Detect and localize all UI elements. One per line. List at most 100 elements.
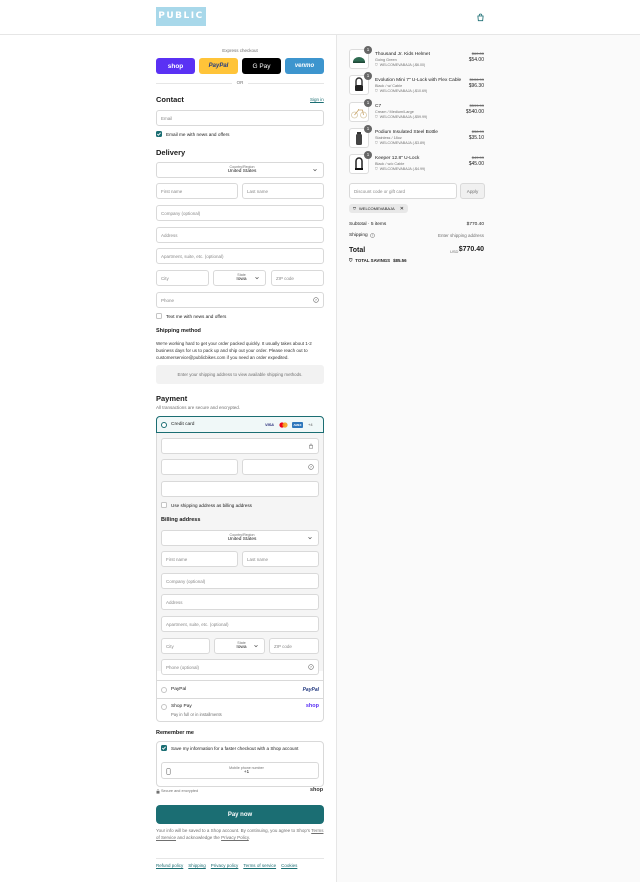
state-value: Iowa [236, 277, 247, 283]
total-label: Total [349, 247, 366, 254]
remove-discount-icon[interactable]: ✕ [400, 206, 404, 212]
city-input[interactable]: City [156, 270, 209, 286]
credit-card-label: Credit card [171, 422, 195, 427]
use-shipping-address-label: Use shipping address as billing address [171, 503, 252, 508]
apply-discount-button[interactable]: Apply [460, 183, 485, 199]
mobile-phone-input[interactable]: Mobile phone number +1 [161, 762, 319, 779]
paypal-express-button[interactable]: PayPal [199, 58, 238, 74]
tag-icon: ⛉ [375, 63, 378, 67]
first-name-input[interactable]: First name [156, 183, 238, 199]
credit-card-radio[interactable] [161, 422, 167, 428]
cookies-link[interactable]: Cookies [281, 863, 297, 868]
svg-text:?: ? [310, 665, 312, 669]
product-thumbnail: 1 [349, 72, 372, 95]
expiration-date-input[interactable] [161, 459, 238, 475]
or-label: OR [232, 80, 248, 85]
mastercard-icon [278, 422, 289, 428]
billing-phone-input[interactable]: Phone (optional) ? [161, 659, 319, 675]
brand-logo[interactable]: PUBLIC [156, 7, 206, 26]
terms-of-service-link[interactable]: Terms of service [243, 863, 276, 868]
privacy-policy-link[interactable]: Privacy policy [211, 863, 239, 868]
product-thumbnail: 1 [349, 99, 372, 122]
google-pay-express-button[interactable]: G Pay [242, 58, 281, 74]
shop-logo: shop [310, 787, 324, 793]
help-circle-icon[interactable]: ? [313, 297, 319, 303]
billing-state-select[interactable]: State Iowa [214, 638, 265, 654]
shipping-link[interactable]: Shipping [188, 863, 206, 868]
help-circle-icon[interactable]: ? [308, 464, 314, 470]
tag-icon: ⛉ [353, 206, 356, 211]
payment-subtitle: All transactions are secure and encrypte… [156, 405, 241, 410]
billing-last-name-input[interactable]: Last name [242, 551, 319, 567]
billing-country-select[interactable]: Country/Region United States [161, 530, 319, 546]
lock-icon [309, 443, 313, 449]
product-discount: ⛉ WELCOMEVABAJA (-$6.00) [375, 63, 425, 67]
use-shipping-address-checkbox[interactable] [161, 502, 167, 508]
billing-company-input[interactable]: Company (optional) [161, 573, 319, 589]
quantity-badge: 1 [364, 46, 372, 54]
mobile-phone-value: +1 [243, 769, 250, 775]
checkout-form-column: Express checkout shop PayPal G Pay venmo… [0, 35, 337, 882]
paypal-option[interactable]: PayPal PayPal [156, 680, 324, 698]
email-news-checkbox[interactable] [156, 131, 162, 137]
company-input[interactable]: Company (optional) [156, 205, 324, 221]
paypal-radio[interactable] [161, 687, 167, 693]
product-price: $45.00 [468, 161, 484, 167]
billing-zip-input[interactable]: ZIP code [269, 638, 319, 654]
product-name: Keeper 12.8" U-Lock [375, 156, 420, 161]
product-original-price: $49.99 [471, 155, 484, 160]
name-on-card-input[interactable] [161, 481, 319, 497]
security-code-input[interactable]: ? [242, 459, 319, 475]
venmo-express-button[interactable]: venmo [285, 58, 324, 74]
header: PUBLIC [0, 0, 640, 35]
card-number-input[interactable] [161, 438, 319, 454]
last-name-input[interactable]: Last name [242, 183, 324, 199]
refund-policy-link[interactable]: Refund policy [156, 863, 183, 868]
tag-icon: ⛉ [349, 258, 353, 263]
order-summary-column: 1 Thousand Jr. Kids Helmet Going Green ⛉… [337, 35, 640, 882]
product-discount-text: WELCOMEVABAJA (-$10.69) [379, 89, 428, 93]
shop-pay-radio[interactable] [161, 704, 167, 710]
billing-apartment-input[interactable]: Apartment, suite, etc. (optional) [161, 616, 319, 632]
zip-input[interactable]: ZIP code [271, 270, 324, 286]
remember-me-title: Remember me [156, 730, 194, 736]
help-circle-icon[interactable]: ? [308, 664, 314, 670]
chevron-down-icon [254, 645, 258, 648]
product-discount: ⛉ WELCOMEVABAJA (-$59.99) [375, 115, 427, 119]
amex-icon: AMEX [292, 422, 303, 428]
text-news-checkbox[interactable] [156, 313, 162, 319]
billing-city-input[interactable]: City [161, 638, 210, 654]
shop-pay-option[interactable]: Shop Pay Pay in full or in installments … [156, 698, 324, 722]
save-info-checkbox[interactable] [161, 745, 167, 751]
country-select[interactable]: Country/Region United States [156, 162, 324, 178]
legal-end: . [248, 835, 251, 840]
address-input[interactable]: Address [156, 227, 324, 243]
product-original-price: $106.99 [469, 77, 484, 82]
email-input[interactable]: Email [156, 110, 324, 126]
privacy-link[interactable]: Privacy Policy [221, 835, 249, 840]
product-name: C7 [375, 104, 382, 109]
shopping-bag-icon[interactable] [474, 11, 486, 23]
product-discount-text: WELCOMEVABAJA (-$59.99) [379, 115, 428, 119]
billing-address-input[interactable]: Address [161, 594, 319, 610]
billing-country-value: United States [227, 537, 257, 543]
apartment-input[interactable]: Apartment, suite, etc. (optional) [156, 248, 324, 264]
product-original-price: $38.99 [471, 129, 484, 134]
shop-pay-express-button[interactable]: shop [156, 58, 195, 74]
quantity-badge: 1 [364, 125, 372, 133]
quantity-badge: 1 [364, 72, 372, 80]
phone-input[interactable]: Phone ? [156, 292, 324, 308]
discount-code-input[interactable]: Discount code or gift card [349, 183, 457, 199]
paypal-logo: PayPal [302, 687, 319, 693]
save-info-label: Save my information for a faster checkou… [171, 746, 299, 751]
help-circle-icon[interactable]: ? [369, 233, 375, 238]
applied-discount-code: WELCOMEVABAJA [359, 206, 395, 211]
pay-now-button[interactable]: Pay now [156, 805, 324, 824]
sign-in-link[interactable]: Sign in [310, 97, 324, 102]
billing-phone-placeholder: Phone (optional) [166, 664, 200, 670]
state-select[interactable]: State Iowa [213, 270, 266, 286]
quantity-badge: 1 [364, 151, 372, 159]
billing-first-name-input[interactable]: First name [161, 551, 238, 567]
product-thumbnail: 1 [349, 125, 372, 148]
credit-card-option[interactable]: Credit card VISA AMEX +4 [156, 416, 324, 433]
